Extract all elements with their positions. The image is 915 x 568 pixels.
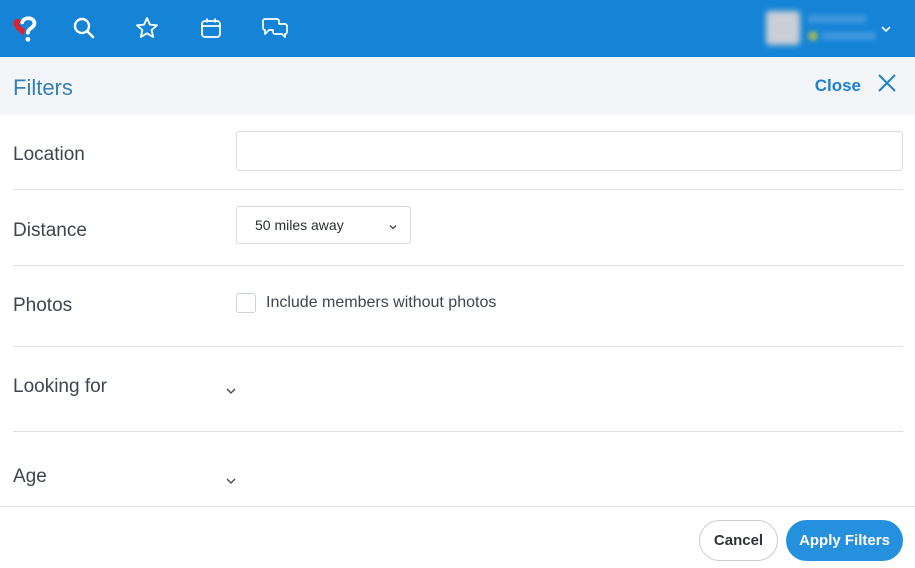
distance-value: 50 miles away (255, 217, 344, 233)
chevron-down-icon (388, 219, 398, 237)
location-row: Location (13, 115, 903, 190)
looking-for-toggle[interactable]: Looking for (13, 347, 253, 431)
photos-label: Photos (13, 295, 73, 316)
avatar (766, 11, 800, 45)
user-name-blurred (808, 15, 866, 23)
search-icon[interactable] (68, 12, 100, 44)
user-status-blurred (822, 32, 876, 40)
looking-for-label: Looking for (13, 376, 108, 397)
distance-row: Distance 50 miles away (13, 190, 903, 266)
looking-for-row: Looking for (13, 347, 903, 432)
photos-row: Photos Include members without photos (13, 266, 903, 347)
include-no-photos-checkbox[interactable] (236, 293, 256, 313)
age-label: Age (13, 466, 47, 487)
age-toggle[interactable]: Age (13, 432, 253, 507)
chevron-down-icon (880, 21, 892, 39)
close-icon (877, 73, 897, 98)
star-icon[interactable] (131, 12, 163, 44)
logo-heart-question-icon[interactable] (10, 12, 42, 44)
chevron-down-icon (225, 473, 237, 491)
status-dot (808, 31, 818, 41)
age-row: Age (13, 432, 903, 507)
include-no-photos-option[interactable]: Include members without photos (236, 293, 496, 313)
close-label: Close (814, 75, 861, 95)
chat-icon[interactable] (259, 12, 291, 44)
top-nav-bar (0, 0, 915, 57)
apply-filters-button[interactable]: Apply Filters (786, 520, 903, 561)
distance-select[interactable]: 50 miles away (236, 206, 411, 244)
location-label: Location (13, 144, 85, 165)
location-input[interactable] (236, 131, 903, 171)
page-title: Filters (13, 75, 73, 100)
calendar-icon[interactable] (195, 12, 227, 44)
include-no-photos-label: Include members without photos (266, 294, 497, 311)
user-menu[interactable] (762, 9, 902, 47)
distance-label: Distance (13, 220, 87, 241)
close-button[interactable]: Close (815, 73, 897, 98)
chevron-down-icon (225, 383, 237, 401)
filters-footer: Cancel Apply Filters (0, 506, 915, 568)
filters-header: Filters Close (0, 57, 915, 115)
cancel-button[interactable]: Cancel (699, 520, 778, 561)
